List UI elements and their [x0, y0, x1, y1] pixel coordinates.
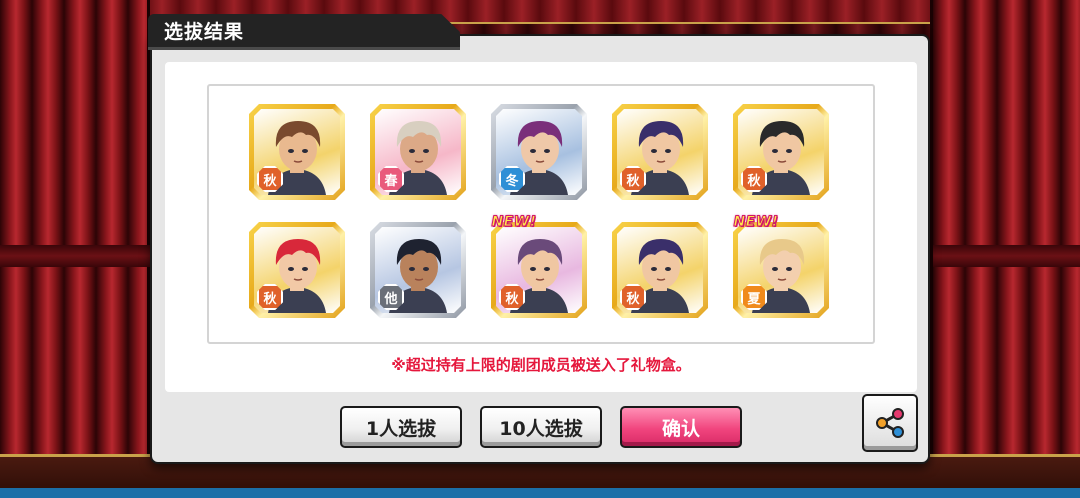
season-badge: 夏: [741, 284, 767, 310]
season-badge: 秋: [741, 166, 767, 192]
scout-10-button[interactable]: 10人选拔: [480, 406, 602, 448]
result-card[interactable]: 秋: [249, 104, 345, 200]
card-portrait-frame: 秋: [617, 109, 703, 195]
share-button[interactable]: [862, 394, 918, 452]
card-portrait-frame: 秋: [496, 227, 582, 313]
result-card[interactable]: 秋: [491, 222, 587, 318]
gift-box-notice: ※超过持有上限的剧团成员被送入了礼物盒。: [391, 356, 691, 374]
scout-1-button[interactable]: 1人选拔: [340, 406, 462, 448]
curtain-right: [930, 0, 1080, 498]
card-portrait-frame: 秋: [617, 227, 703, 313]
result-card[interactable]: 春: [370, 104, 466, 200]
result-card[interactable]: 夏: [733, 222, 829, 318]
new-badge: NEW!: [491, 214, 537, 231]
result-card[interactable]: 冬: [491, 104, 587, 200]
season-badge: 秋: [620, 166, 646, 192]
result-card[interactable]: 秋: [612, 104, 708, 200]
confirm-button[interactable]: 确认: [620, 406, 742, 448]
curtain-tieback-right: [933, 245, 1080, 267]
card-portrait-frame: 秋: [254, 109, 340, 195]
card-portrait-frame: 秋: [254, 227, 340, 313]
result-card[interactable]: 秋: [733, 104, 829, 200]
stage-floor-trim: [0, 488, 1080, 498]
dialog-title: 选拔结果: [164, 21, 245, 43]
card-portrait-frame: 冬: [496, 109, 582, 195]
curtain-left: [0, 0, 150, 498]
card-portrait-frame: 他: [375, 227, 461, 313]
curtain-tieback-left: [0, 245, 150, 267]
results-grid: 秋 春 冬 秋 秋 秋 他 秋 NEW! 秋 夏 NEW!: [207, 84, 875, 344]
share-icon: [876, 408, 904, 438]
card-portrait-frame: 春: [375, 109, 461, 195]
result-card[interactable]: 秋: [249, 222, 345, 318]
season-badge: 秋: [620, 284, 646, 310]
card-portrait-frame: 秋: [738, 109, 824, 195]
new-badge: NEW!: [733, 214, 779, 231]
result-card[interactable]: 秋: [612, 222, 708, 318]
dialog-title-tab: 选拔结果: [148, 14, 460, 50]
results-panel: 秋 春 冬 秋 秋 秋 他 秋 NEW! 秋 夏 NEW! ※超过持有上限的剧团…: [165, 62, 917, 392]
card-portrait-frame: 夏: [738, 227, 824, 313]
results-dialog: 秋 春 冬 秋 秋 秋 他 秋 NEW! 秋 夏 NEW! ※超过持有上限的剧团…: [150, 34, 930, 464]
result-card[interactable]: 他: [370, 222, 466, 318]
